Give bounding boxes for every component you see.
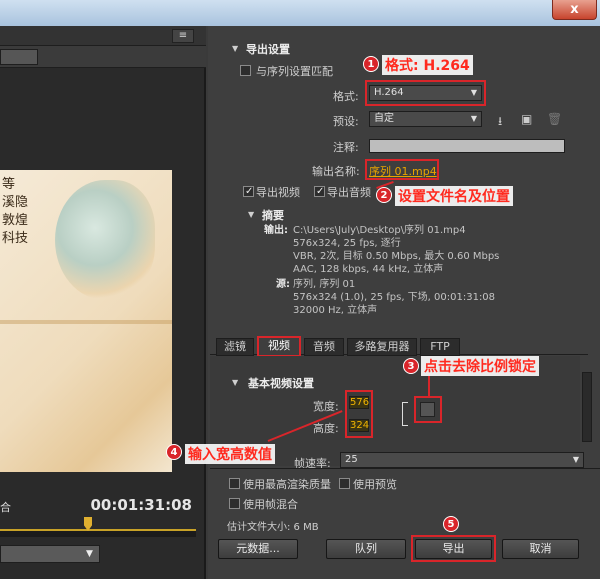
preset-select[interactable]: 自定 ▼: [369, 111, 482, 127]
use-preview-checkbox[interactable]: [339, 478, 350, 489]
height-input[interactable]: 324: [349, 419, 369, 432]
annotation-arrow: [428, 376, 430, 398]
filesize-estimate: 估计文件大小: 6 MB: [227, 522, 319, 533]
preset-value: 自定: [374, 113, 394, 124]
import-preset-icon[interactable]: ▣: [521, 112, 532, 126]
summary-source-label: 源:: [276, 279, 290, 290]
export-settings-title: 导出设置: [246, 43, 290, 56]
summary-line: 32000 Hz, 立体声: [293, 305, 378, 316]
metadata-button[interactable]: 元数据...: [218, 539, 298, 559]
chevron-down-icon: ▼: [86, 549, 93, 559]
chevron-down-icon: ▼: [470, 114, 477, 123]
timeline-scrubber[interactable]: [0, 529, 196, 537]
annotation-badge-4: 4: [166, 444, 182, 460]
collapse-triangle-icon[interactable]: ▼: [248, 210, 254, 219]
video-preview: 等 溪隐 敦煌 科技: [0, 170, 172, 472]
tab-multiplexer[interactable]: 多路复用器: [347, 338, 417, 356]
basic-video-title: 基本视频设置: [248, 377, 314, 390]
window-titlebar: [0, 0, 600, 26]
summary-line: 576x324 (1.0), 25 fps, 下场, 00:01:31:08: [293, 292, 496, 303]
annotation-badge-5: 5: [443, 516, 459, 532]
preview-calligraphy: 等 溪隐 敦煌 科技: [2, 176, 28, 248]
max-quality-checkbox[interactable]: [229, 478, 240, 489]
annotation-badge-2: 2: [376, 187, 392, 203]
export-button[interactable]: 导出: [415, 539, 492, 559]
link-bracket: [402, 402, 408, 426]
framerate-value: 25: [345, 454, 358, 465]
format-value: H.264: [374, 87, 404, 98]
summary-line: AAC, 128 kbps, 44 kHz, 立体声: [293, 264, 444, 275]
summary-output-lines: C:\Users\July\Desktop\序列 01.mp4 576x324,…: [293, 224, 499, 276]
export-video-label: 导出视频: [256, 186, 300, 199]
tab-ftp[interactable]: FTP: [420, 338, 460, 356]
export-audio-checkbox[interactable]: [314, 186, 325, 197]
frame-blend-label: 使用帧混合: [243, 498, 298, 511]
source-range-dropdown[interactable]: [0, 545, 100, 563]
collapse-triangle-icon[interactable]: ▼: [232, 44, 238, 53]
summary-line: VBR, 2次, 目标 0.50 Mbps, 最大 0.60 Mbps: [293, 251, 500, 262]
calligraphy-line: 敦煌: [2, 213, 29, 228]
annotation-badge-1: 1: [363, 56, 379, 72]
height-label: 高度:: [313, 422, 339, 435]
format-label: 格式:: [333, 90, 359, 103]
match-sequence-checkbox[interactable]: [240, 65, 251, 76]
match-sequence-label: 与序列设置匹配: [256, 65, 333, 78]
summary-output-label: 输出:: [264, 225, 288, 236]
cancel-button[interactable]: 取消: [502, 539, 579, 559]
summary-line: 576x324, 25 fps, 逐行: [293, 238, 401, 249]
close-button[interactable]: x: [552, 0, 597, 20]
tab-audio[interactable]: 音频: [304, 338, 344, 356]
export-video-checkbox[interactable]: [243, 186, 254, 197]
comment-field[interactable]: [369, 139, 565, 153]
chevron-down-icon: ▼: [572, 455, 579, 464]
annotation-dimensions: 输入宽高数值: [185, 444, 275, 464]
queue-button[interactable]: 队列: [326, 539, 406, 559]
framerate-select[interactable]: 25 ▼: [340, 452, 584, 468]
panel-menu-icon[interactable]: ≡: [172, 29, 194, 43]
frame-blend-checkbox[interactable]: [229, 498, 240, 509]
calligraphy-line: 溪隐: [2, 195, 29, 210]
format-select[interactable]: H.264 ▼: [369, 85, 482, 101]
max-quality-label: 使用最高渲染质量: [243, 478, 331, 491]
delete-preset-icon[interactable]: 🗑: [547, 112, 562, 126]
save-preset-icon[interactable]: ⭳: [498, 112, 502, 133]
calligraphy-line: 等: [2, 177, 16, 192]
video-settings-scrollbar[interactable]: [582, 372, 592, 442]
summary-title: 摘要: [262, 209, 284, 222]
export-audio-label: 导出音频: [327, 186, 371, 199]
summary-line: 序列, 序列 01: [293, 279, 356, 290]
aspect-lock-icon[interactable]: [420, 402, 435, 417]
annotation-filename: 设置文件名及位置: [395, 186, 513, 206]
annotation-format: 格式: H.264: [382, 55, 473, 75]
width-input[interactable]: 576: [349, 396, 369, 409]
tab-filters[interactable]: 滤镜: [216, 338, 254, 356]
calligraphy-line: 科技: [2, 231, 29, 246]
comment-label: 注释:: [333, 141, 359, 154]
timecode-display[interactable]: 00:01:31:08: [0, 494, 200, 516]
annotation-badge-3: 3: [403, 358, 419, 374]
summary-line: C:\Users\July\Desktop\序列 01.mp4: [293, 225, 466, 236]
output-name-link[interactable]: 序列 01.mp4: [369, 163, 437, 179]
annotation-aspect: 点击去除比例锁定: [421, 356, 539, 376]
collapse-triangle-icon[interactable]: ▼: [232, 378, 238, 387]
output-name-label: 输出名称:: [312, 165, 360, 178]
tab-video[interactable]: 视频: [257, 336, 301, 357]
preview-illustration: [55, 180, 155, 300]
chevron-down-icon: ▼: [470, 88, 477, 97]
preview-furniture: [0, 320, 172, 380]
summary-source-lines: 序列, 序列 01 576x324 (1.0), 25 fps, 下场, 00:…: [293, 278, 495, 317]
preset-label: 预设:: [333, 115, 359, 128]
use-preview-label: 使用预览: [353, 478, 397, 491]
left-view-dropdown[interactable]: [0, 49, 38, 65]
